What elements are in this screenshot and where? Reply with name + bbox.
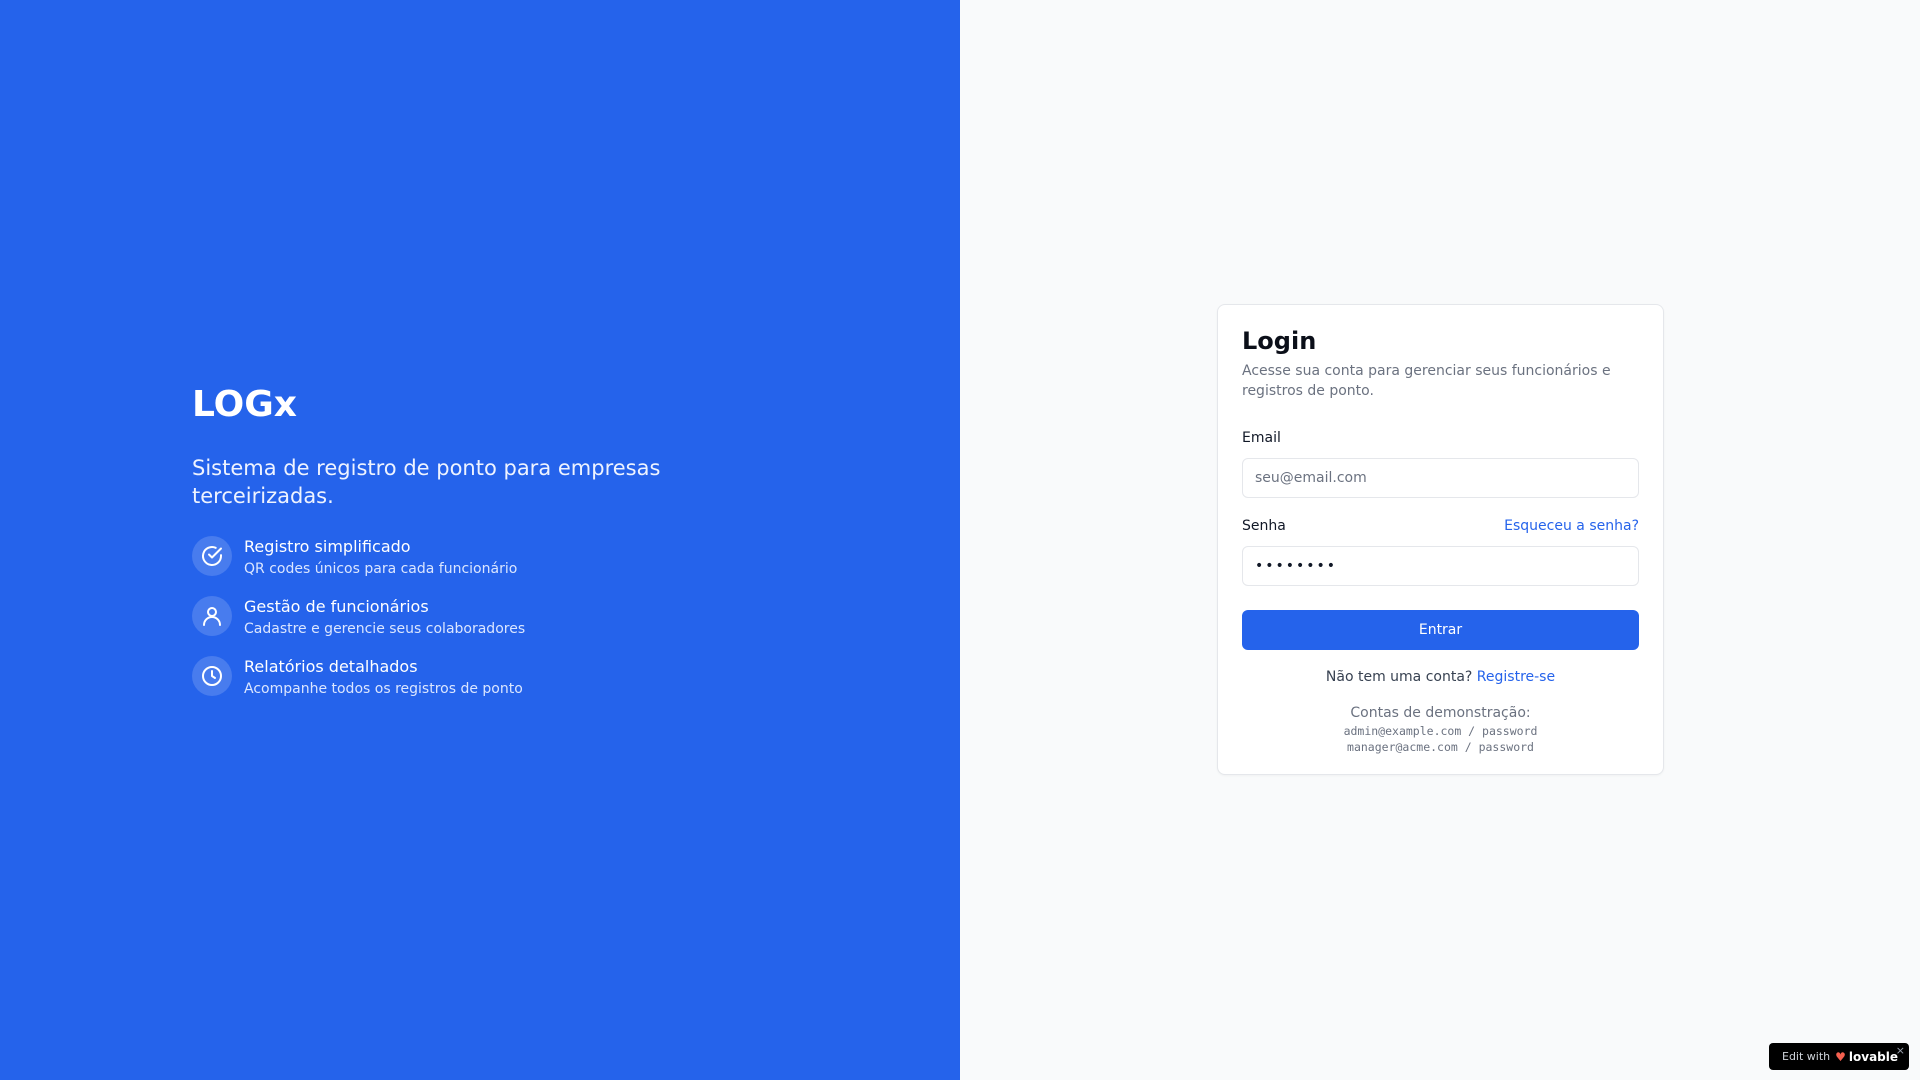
email-input[interactable] [1242, 458, 1639, 498]
feature-title: Gestão de funcionários [244, 597, 429, 616]
password-label: Senha [1242, 518, 1286, 534]
email-label: Email [1242, 430, 1281, 446]
heart-icon: ♥ [1835, 1049, 1846, 1064]
demo-account: manager@acme.com / password [1347, 740, 1534, 754]
demo-accounts-title: Contas de demonstração: [1350, 705, 1531, 721]
feature-description: QR codes únicos para cada funcionário [244, 561, 518, 577]
feature-text: Registro simplificado QR codes únicos pa… [244, 536, 517, 579]
badge-prefix: Edit with [1782, 1050, 1831, 1063]
feature-title: Relatórios detalhados [244, 657, 418, 676]
clock-icon [192, 656, 232, 696]
feature-text: Relatórios detalhados Acompanhe todos os… [244, 656, 523, 699]
register-prompt-text: Não tem uma conta? [1325, 669, 1473, 685]
brand-title: LOGx [192, 384, 298, 425]
demo-accounts: Contas de demonstração: admin@example.co… [1242, 703, 1639, 755]
feature-description: Acompanhe todos os registros de ponto [244, 681, 523, 697]
password-group: Senha Esqueceu a senha? [1242, 516, 1639, 586]
email-group: Email [1242, 427, 1639, 498]
feature-description: Cadastre e gerencie seus colaboradores [244, 621, 526, 637]
password-input[interactable] [1242, 546, 1639, 586]
login-card: Login Acesse sua conta para gerenciar se… [1217, 304, 1664, 775]
register-prompt: Não tem uma conta? Registre-se [1242, 667, 1639, 687]
password-label-row: Senha Esqueceu a senha? [1242, 516, 1639, 536]
feature-item: Registro simplificado QR codes únicos pa… [192, 536, 712, 596]
forgot-password-link[interactable]: Esqueceu a senha? [1504, 518, 1639, 534]
brand-tagline: Sistema de registro de ponto para empres… [192, 456, 661, 508]
feature-item: Gestão de funcionários Cadastre e gerenc… [192, 596, 712, 656]
hero-content: LOGx Sistema de registro de ponto para e… [192, 380, 712, 716]
register-link[interactable]: Registre-se [1477, 669, 1555, 685]
demo-account: admin@example.com / password [1343, 724, 1538, 738]
login-subtitle: Acesse sua conta para gerenciar seus fun… [1242, 363, 1611, 399]
feature-item: Relatórios detalhados Acompanhe todos os… [192, 656, 712, 716]
feature-list: Registro simplificado QR codes únicos pa… [192, 536, 712, 716]
login-title: Login [1242, 327, 1317, 355]
close-icon[interactable]: × [1896, 1044, 1905, 1057]
check-circle-icon [192, 536, 232, 576]
edit-with-lovable-badge[interactable]: Edit with ♥ lovable × [1769, 1043, 1909, 1070]
user-icon [192, 596, 232, 636]
badge-brand: lovable [1848, 1049, 1899, 1064]
feature-text: Gestão de funcionários Cadastre e gerenc… [244, 596, 525, 639]
login-button[interactable]: Entrar [1242, 610, 1639, 650]
hero-panel: LOGx Sistema de registro de ponto para e… [0, 0, 960, 1080]
feature-title: Registro simplificado [244, 537, 411, 556]
